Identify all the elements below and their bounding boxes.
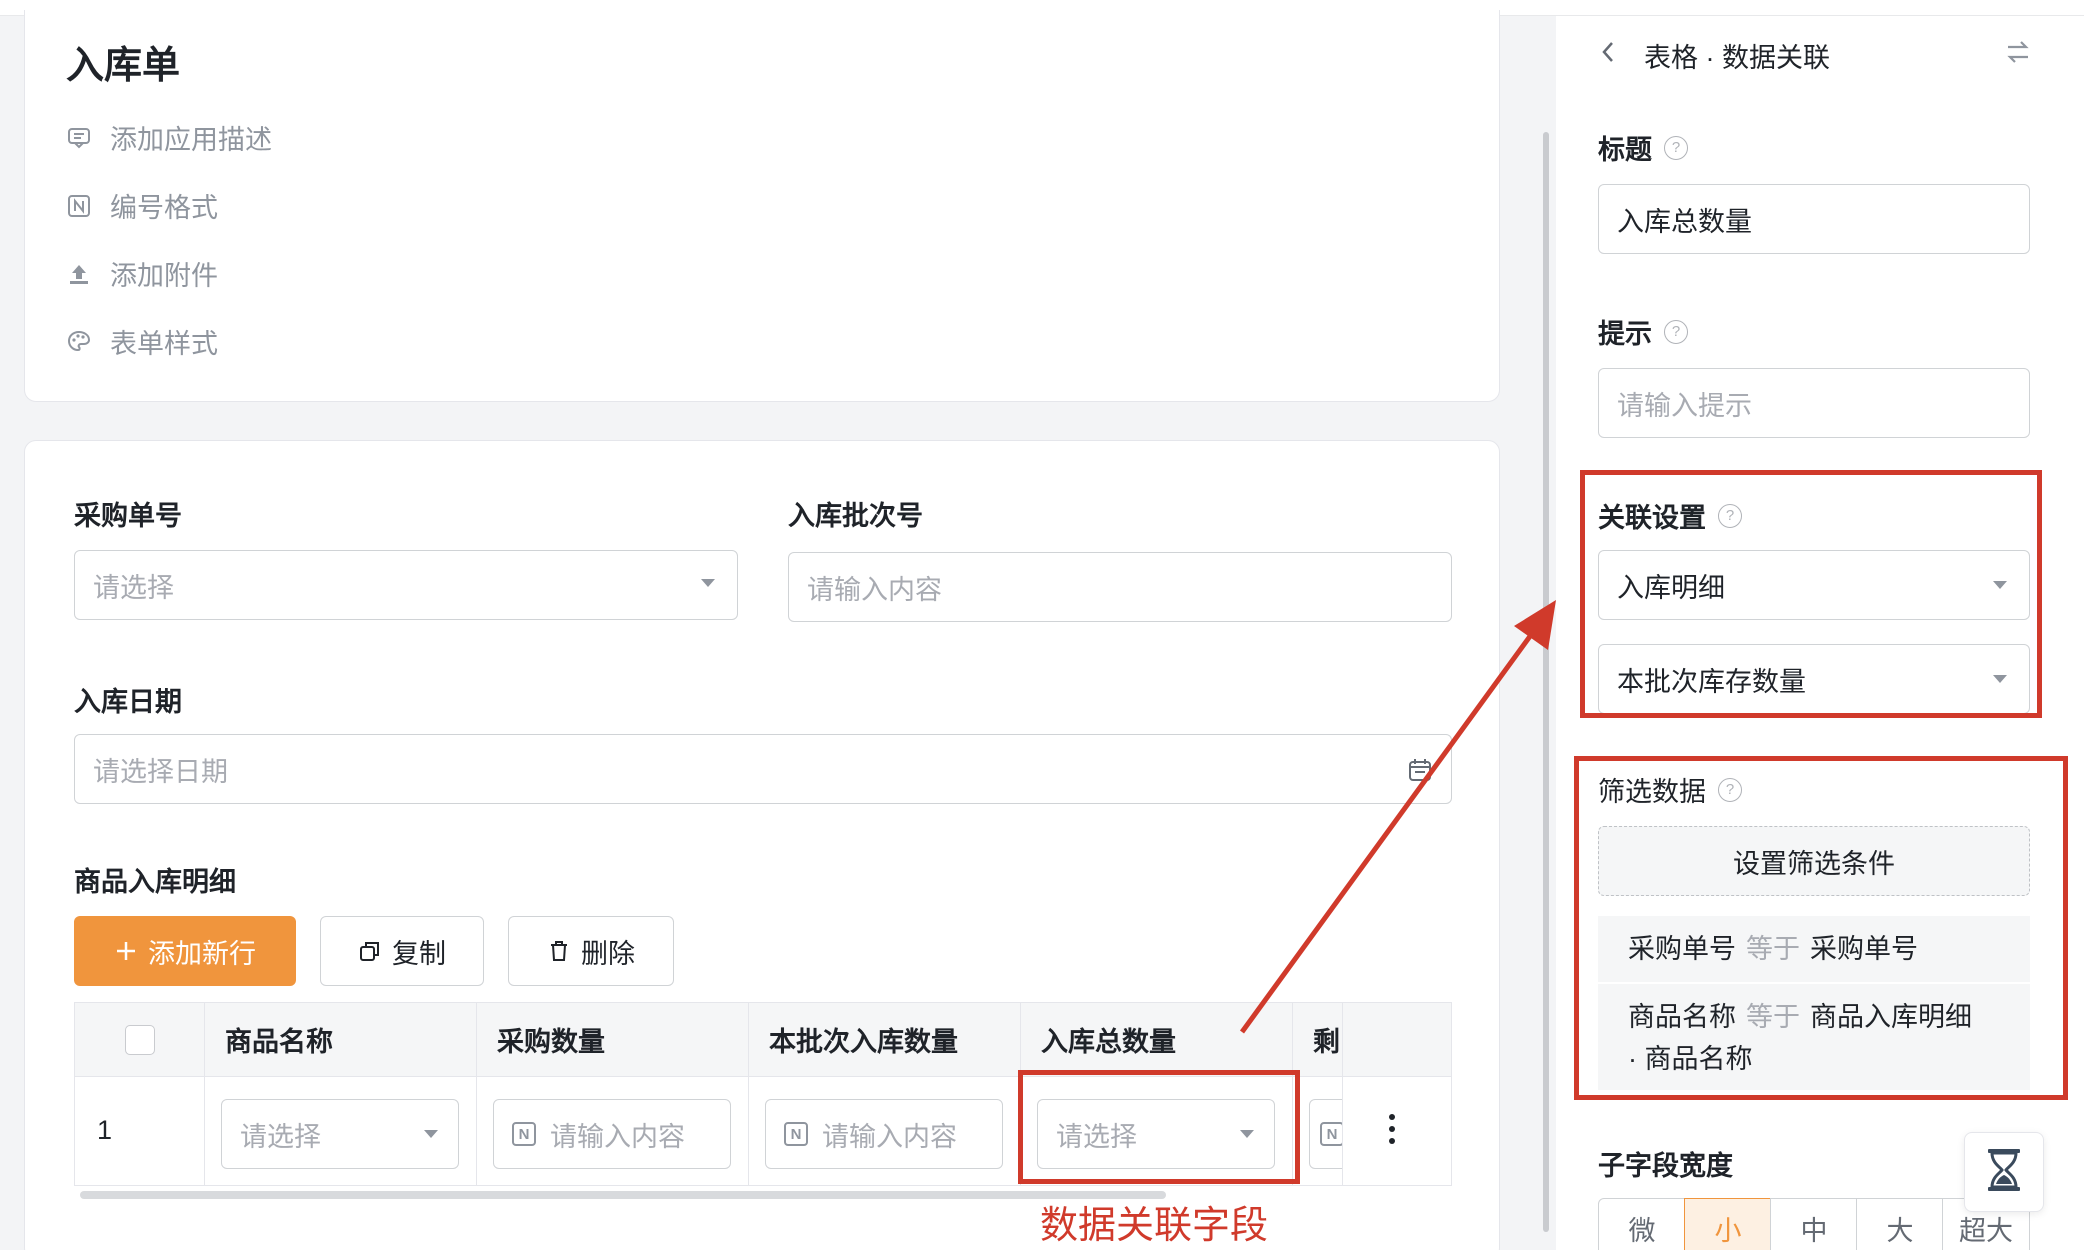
comment-icon <box>66 125 92 151</box>
hint-input[interactable]: 请输入提示 <box>1598 368 2030 438</box>
hourglass-button[interactable] <box>1964 1132 2044 1212</box>
date-picker[interactable]: 请选择日期 <box>74 734 1452 804</box>
annotation-box-link-setting <box>1580 470 2042 718</box>
copy-label: 复制 <box>392 938 446 969</box>
delete-button[interactable]: 删除 <box>508 916 674 986</box>
column-header-actions <box>1343 1003 1451 1077</box>
calendar-icon <box>1407 757 1433 790</box>
select-all-header <box>75 1003 205 1077</box>
help-icon[interactable]: ? <box>1664 319 1688 344</box>
batch-qty-input[interactable]: N 请输入内容 <box>765 1099 1003 1169</box>
purchase-no-label: 采购单号 <box>74 501 182 531</box>
purchase-qty-placeholder: 请输入内容 <box>550 1121 685 1152</box>
purchase-no-placeholder: 请选择 <box>93 572 174 603</box>
add-description-label: 添加应用描述 <box>110 125 272 155</box>
width-label-text: 子字段宽度 <box>1598 1151 1733 1181</box>
purchase-qty-input[interactable]: N 请输入内容 <box>493 1099 731 1169</box>
back-chevron-icon[interactable] <box>1600 40 1616 69</box>
table-cell-actions <box>1343 1077 1451 1185</box>
annotation-box-total-qty <box>1018 1070 1300 1184</box>
palette-icon <box>66 329 92 355</box>
purchase-no-select[interactable]: 请选择 <box>74 550 738 620</box>
table-cell-product: 请选择 <box>205 1077 477 1185</box>
title-input-value: 入库总数量 <box>1617 206 1752 237</box>
width-option-m[interactable]: 中 <box>1770 1198 1858 1250</box>
hint-label-text: 提示 <box>1598 319 1652 349</box>
form-title: 入库单 <box>66 45 181 87</box>
column-header-product: 商品名称 <box>205 1003 477 1077</box>
help-icon[interactable]: ? <box>1664 135 1688 160</box>
table-cell-purchase-qty: N 请输入内容 <box>477 1077 749 1185</box>
trash-icon <box>547 939 571 963</box>
date-label: 入库日期 <box>74 687 182 717</box>
delete-label: 删除 <box>581 938 635 969</box>
plus-icon <box>114 939 138 963</box>
remaining-input[interactable]: N <box>1309 1099 1342 1169</box>
select-all-checkbox[interactable] <box>124 1024 155 1055</box>
annotation-box-filter-data <box>1574 756 2068 1100</box>
width-option-l[interactable]: 大 <box>1856 1198 1944 1250</box>
product-select[interactable]: 请选择 <box>221 1099 459 1169</box>
column-header-purchase-qty: 采购数量 <box>477 1003 749 1077</box>
column-header-batch-qty: 本批次入库数量 <box>749 1003 1021 1077</box>
product-placeholder: 请选择 <box>240 1121 321 1152</box>
number-format-label: 编号格式 <box>110 193 218 223</box>
row-index: 1 <box>97 1115 113 1145</box>
title-setting-label: 标题 ? <box>1598 128 1688 167</box>
table-horizontal-scrollbar[interactable] <box>80 1191 1166 1199</box>
date-placeholder: 请选择日期 <box>93 756 228 787</box>
number-icon: N <box>1320 1122 1342 1146</box>
column-header-total-qty: 入库总数量 <box>1021 1003 1293 1077</box>
chevron-down-icon <box>424 1130 438 1138</box>
form-style-label: 表单样式 <box>110 329 218 359</box>
switch-icon[interactable] <box>2004 38 2032 71</box>
batch-no-label: 入库批次号 <box>788 501 923 531</box>
table-row-index-cell: 1 <box>75 1077 205 1185</box>
form-vertical-scrollbar[interactable] <box>1543 132 1549 1232</box>
form-header-card <box>24 10 1500 402</box>
add-attachment-label: 添加附件 <box>110 261 218 291</box>
number-icon: N <box>512 1122 536 1146</box>
number-icon: N <box>784 1122 808 1146</box>
detail-label: 商品入库明细 <box>74 867 236 897</box>
table-cell-batch-qty: N 请输入内容 <box>749 1077 1021 1185</box>
table-cell-remaining: N <box>1293 1077 1343 1185</box>
annotation-label: 数据关联字段 <box>1040 1205 1269 1247</box>
batch-no-placeholder: 请输入内容 <box>807 574 942 605</box>
panel-title: 表格 · 数据关联 <box>1644 43 1830 73</box>
add-row-label: 添加新行 <box>148 938 256 969</box>
hint-input-placeholder: 请输入提示 <box>1617 390 1752 421</box>
copy-button[interactable]: 复制 <box>320 916 484 986</box>
add-row-button[interactable]: 添加新行 <box>74 916 296 986</box>
hint-setting-label: 提示 ? <box>1598 312 1688 351</box>
title-label-text: 标题 <box>1598 135 1652 165</box>
title-input[interactable]: 入库总数量 <box>1598 184 2030 254</box>
add-attachment-link[interactable]: 添加附件 <box>66 254 218 293</box>
width-option-s[interactable]: 小 <box>1684 1198 1772 1250</box>
number-format-link[interactable]: 编号格式 <box>66 186 218 225</box>
batch-qty-placeholder: 请输入内容 <box>822 1121 957 1152</box>
more-vertical-icon[interactable] <box>1387 1111 1397 1152</box>
add-description-link[interactable]: 添加应用描述 <box>66 118 272 157</box>
form-style-link[interactable]: 表单样式 <box>66 322 218 361</box>
width-option-xs[interactable]: 微 <box>1598 1198 1686 1250</box>
chevron-down-icon <box>701 579 715 587</box>
upload-icon <box>66 261 92 287</box>
copy-icon <box>358 939 382 963</box>
width-setting-label: 子字段宽度 <box>1598 1144 1733 1183</box>
column-header-remaining: 剩 <box>1293 1003 1343 1077</box>
hourglass-icon <box>1984 1147 2024 1198</box>
number-format-icon <box>66 193 92 219</box>
batch-no-input[interactable]: 请输入内容 <box>788 552 1452 622</box>
